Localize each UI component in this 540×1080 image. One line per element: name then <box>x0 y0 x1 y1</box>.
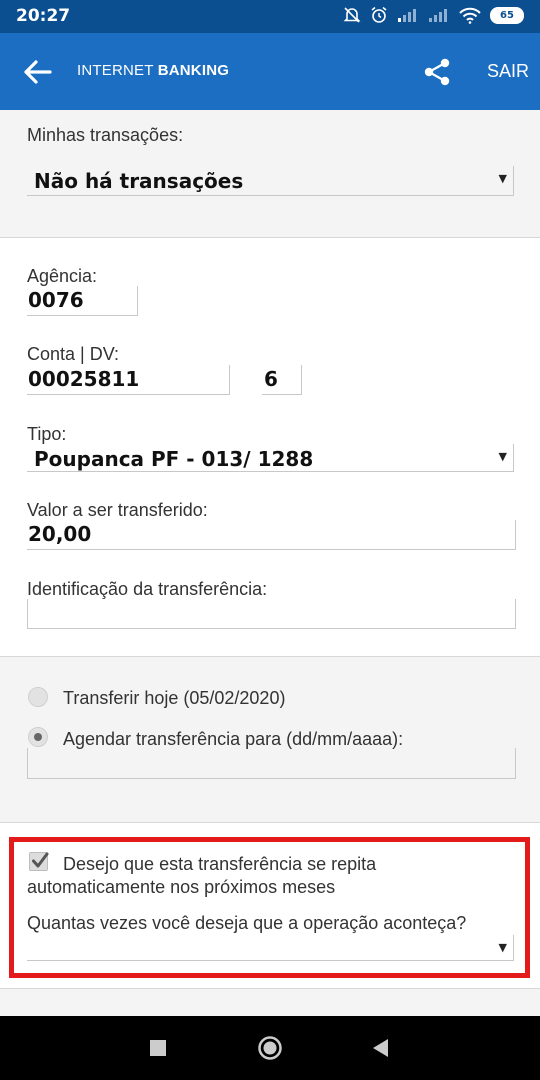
agencia-label: Agência: <box>27 266 98 286</box>
repeat-checkbox[interactable] <box>29 852 49 871</box>
signal-2-icon <box>429 9 447 22</box>
dropdown-arrow-icon: ▼ <box>498 450 507 463</box>
system-nav-bar <box>0 1016 540 1080</box>
status-icons: 65 <box>343 6 524 24</box>
wifi-icon <box>459 7 481 24</box>
repeat-label-line1: Desejo que esta transferência se repita <box>63 854 377 874</box>
tipo-label: Tipo: <box>27 424 67 444</box>
identificacao-label: Identificação da transferência: <box>27 579 268 599</box>
status-bar: 20:27 65 <box>0 0 540 33</box>
agencia-value: 0076 <box>28 288 84 312</box>
valor-value: 20,00 <box>28 522 92 546</box>
radio-transfer-today[interactable] <box>28 687 48 707</box>
status-time: 20:27 <box>16 6 71 26</box>
bottom-spacer <box>0 989 540 1016</box>
signal-icon <box>398 9 416 22</box>
checkmark-icon <box>32 852 49 868</box>
transactions-select[interactable]: Não há transações ▼ <box>27 166 514 196</box>
conta-value: 00025811 <box>28 367 140 391</box>
tipo-select-value: Poupanca PF - 013/ 1288 <box>34 447 314 471</box>
schedule-section: Transferir hoje (05/02/2020) Agendar tra… <box>0 657 540 822</box>
valor-label: Valor a ser transferido: <box>27 500 208 520</box>
times-label: Quantas vezes você deseja que a operação… <box>27 913 467 933</box>
transactions-section: Minhas transações: Não há transações ▼ <box>0 110 540 237</box>
arrow-left-icon[interactable] <box>22 57 56 87</box>
tipo-select[interactable]: Poupanca PF - 013/ 1288 ▼ <box>27 444 514 472</box>
app-bar: INTERNET BANKING SAIR <box>0 33 540 110</box>
app-title-bold: BANKING <box>157 62 230 79</box>
app-title: INTERNET BANKING <box>77 62 229 79</box>
transactions-select-value: Não há transações <box>34 169 244 193</box>
identificacao-input[interactable] <box>27 599 516 629</box>
repeat-label-line2: automaticamente nos próximos meses <box>27 877 336 897</box>
schedule-transfer-label: Agendar transferência para (dd/mm/aaaa): <box>63 729 404 749</box>
share-icon[interactable] <box>422 57 452 87</box>
valor-input[interactable] <box>27 520 516 550</box>
schedule-date-input[interactable] <box>27 748 516 779</box>
app-title-regular: INTERNET <box>77 62 158 79</box>
dv-value: 6 <box>264 367 278 391</box>
transfer-today-label: Transferir hoje (05/02/2020) <box>63 688 286 708</box>
square-icon[interactable] <box>128 1016 188 1080</box>
exit-button[interactable]: SAIR <box>487 61 529 82</box>
times-select[interactable]: ▼ <box>27 935 514 961</box>
dropdown-arrow-icon: ▼ <box>498 941 507 954</box>
dropdown-arrow-icon: ▼ <box>498 172 507 185</box>
transfer-form: Agência: 0076 Conta | DV: 00025811 6 Tip… <box>0 238 540 656</box>
conta-label: Conta | DV: <box>27 344 120 364</box>
radio-schedule-transfer[interactable] <box>28 727 48 747</box>
circle-icon[interactable] <box>240 1016 300 1080</box>
alarm-icon <box>371 6 387 23</box>
battery-icon: 65 <box>490 6 524 24</box>
mute-icon <box>343 7 361 23</box>
transactions-label: Minhas transações: <box>27 125 184 145</box>
triangle-back-icon[interactable] <box>351 1016 411 1080</box>
